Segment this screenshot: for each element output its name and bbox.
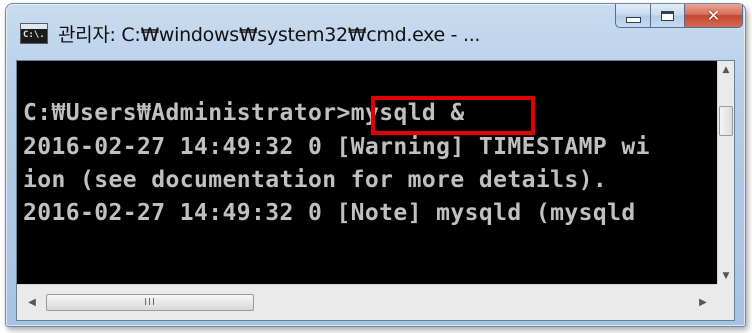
maximize-button[interactable] — [651, 4, 685, 28]
app-icon-text: C:\. — [23, 30, 45, 40]
minimize-icon — [625, 16, 641, 23]
window-title: 관리자: C:₩windows₩system32₩cmd.exe - ... — [58, 24, 481, 46]
horizontal-scrollbar[interactable]: ◀ III ▶ — [17, 284, 718, 320]
scroll-left-icon[interactable]: ◀ — [23, 294, 41, 311]
caption-buttons: ✕ — [615, 4, 743, 28]
maximize-icon — [661, 10, 674, 21]
console-line: 2016-02-27 14:49:32 0 [Note] mysqld (mys… — [23, 200, 636, 226]
console-line: 2016-02-27 14:49:32 0 [Warning] TIMESTAM… — [23, 134, 650, 160]
console-client-area: C:₩Users₩Administrator>mysqld & 2016-02-… — [16, 60, 735, 321]
cmd-window: C:\. 관리자: C:₩windows₩system32₩cmd.exe - … — [5, 3, 746, 327]
close-icon: ✕ — [706, 5, 721, 25]
minimize-button[interactable] — [615, 4, 651, 28]
scroll-down-icon[interactable]: ▼ — [718, 267, 734, 284]
title-bar[interactable]: C:\. 관리자: C:₩windows₩system32₩cmd.exe - … — [6, 4, 745, 60]
close-button[interactable]: ✕ — [685, 4, 743, 28]
prompt-path: C:₩Users₩Administrator — [23, 100, 337, 126]
vertical-scroll-thumb[interactable] — [719, 106, 733, 136]
horizontal-scroll-thumb[interactable]: III — [46, 294, 254, 311]
scroll-right-icon[interactable]: ▶ — [694, 294, 712, 311]
console-line: ion (see documentation for more details)… — [23, 167, 608, 193]
grip-icon: III — [144, 297, 156, 308]
console-output[interactable]: C:₩Users₩Administrator>mysqld & 2016-02-… — [17, 61, 718, 284]
command-highlight-box — [371, 96, 535, 135]
vertical-scrollbar[interactable]: ▲ ▼ — [717, 61, 734, 284]
scrollbar-corner — [717, 284, 734, 320]
app-icon-bar — [21, 24, 47, 29]
scroll-up-icon[interactable]: ▲ — [718, 61, 734, 78]
cmd-app-icon[interactable]: C:\. — [20, 23, 48, 44]
